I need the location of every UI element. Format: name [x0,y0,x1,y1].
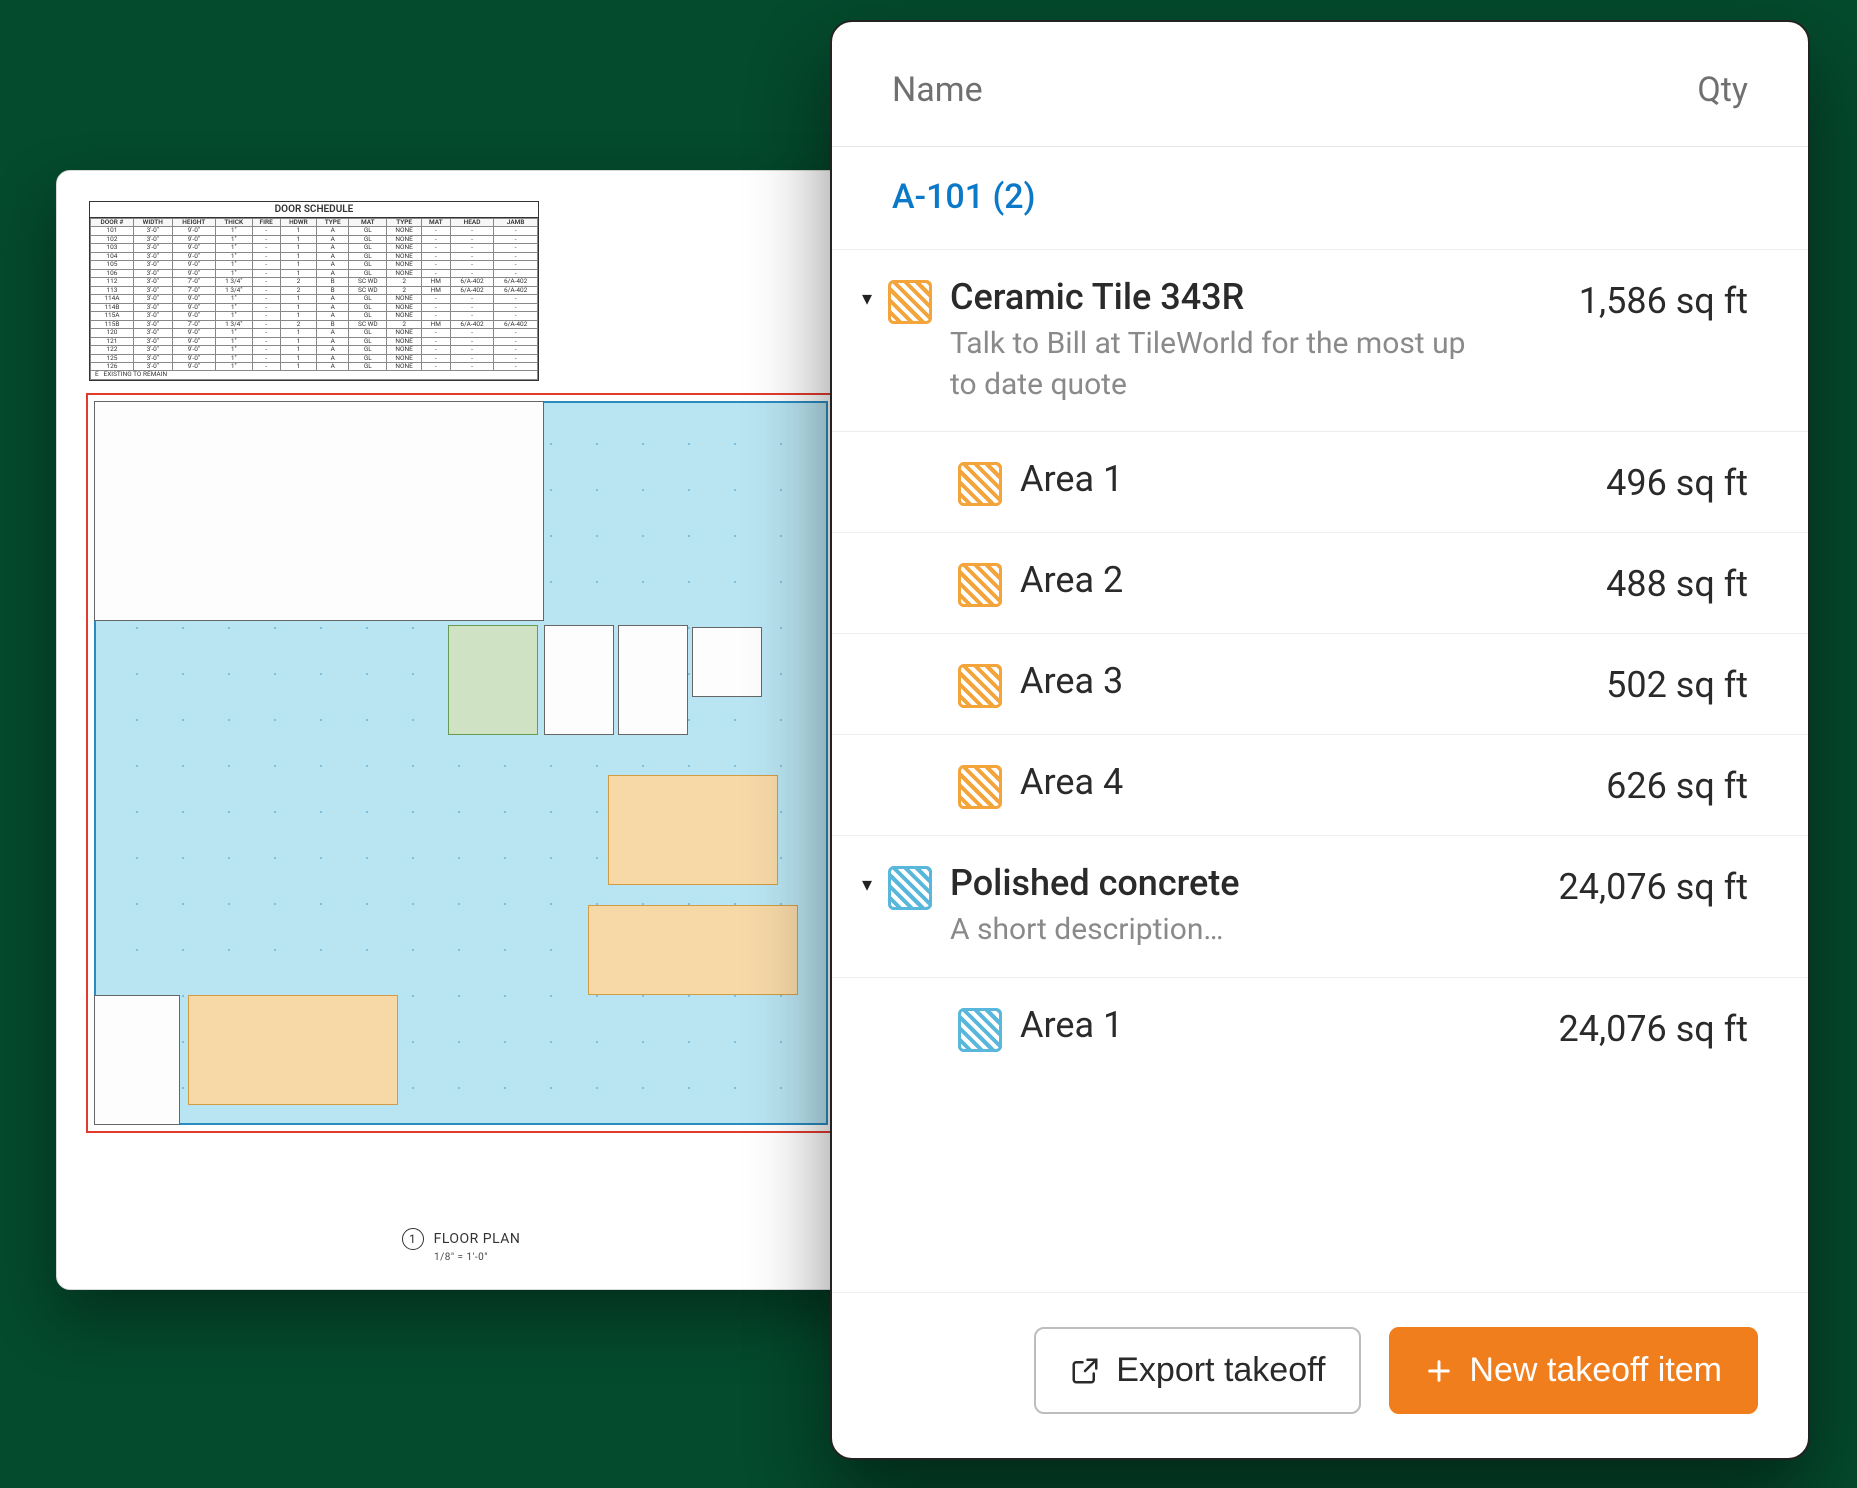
takeoff-area-row[interactable]: ▾Area 3502 sq ft [832,633,1808,734]
takeoff-area-row[interactable]: ▾Area 1496 sq ft [832,431,1808,532]
material-swatch-icon [958,462,1002,506]
plan-footer-scale: 1/8" = 1'-0" [57,1252,865,1263]
plan-footer-title: FLOOR PLAN [434,1231,521,1247]
plan-footer: 1 FLOOR PLAN 1/8" = 1'-0" [57,1228,865,1263]
floor-plan-drawing [86,393,836,1133]
material-swatch-icon [958,664,1002,708]
area-qty: 502 sq ft [1606,660,1748,706]
column-header-name: Name [892,70,983,110]
item-title: Polished concrete [950,862,1559,904]
floor-plan-card: DOOR SCHEDULE DOOR #WIDTHHEIGHTTHICKFIRE… [56,170,866,1290]
takeoff-area-row[interactable]: ▾Area 2488 sq ft [832,532,1808,633]
area-qty: 626 sq ft [1606,761,1748,807]
takeoff-area-row[interactable]: ▾Area 4626 sq ft [832,734,1808,835]
area-qty: 496 sq ft [1606,458,1748,504]
area-qty: 488 sq ft [1606,559,1748,605]
item-description: A short description… [950,910,1470,951]
takeoff-area-row[interactable]: ▾Area 124,076 sq ft [832,977,1808,1078]
new-button-label: New takeoff item [1469,1351,1722,1390]
material-swatch-icon [958,765,1002,809]
item-title: Ceramic Tile 343R [950,276,1579,318]
sheet-link[interactable]: A-101 (2) [832,147,1808,249]
item-qty: 1,586 sq ft [1579,276,1748,322]
takeoff-list: ▾ Ceramic Tile 343R Talk to Bill at TileWo… [832,249,1808,1292]
caret-down-icon[interactable]: ▾ [852,862,882,896]
area-title: Area 1 [1020,458,1606,500]
takeoff-panel: Name Qty A-101 (2) ▾ Ceramic Tile 343R Tal… [830,20,1810,1460]
area-title: Area 4 [1020,761,1606,803]
area-qty: 24,076 sq ft [1559,1004,1748,1050]
item-qty: 24,076 sq ft [1559,862,1748,908]
plus-icon [1425,1357,1453,1385]
item-description: Talk to Bill at TileWorld for the most u… [950,324,1470,405]
area-title: Area 2 [1020,559,1606,601]
material-swatch-icon [888,866,932,910]
door-schedule-title: DOOR SCHEDULE [90,202,538,218]
export-button-label: Export takeoff [1116,1351,1325,1390]
plan-footer-number: 1 [402,1228,424,1250]
export-takeoff-button[interactable]: Export takeoff [1034,1327,1361,1414]
material-swatch-icon [958,1008,1002,1052]
column-header-qty: Qty [1697,70,1748,110]
export-icon [1070,1356,1100,1386]
takeoff-item-row[interactable]: ▾ Ceramic Tile 343R Talk to Bill at TileWo… [832,249,1808,431]
door-schedule-table: DOOR SCHEDULE DOOR #WIDTHHEIGHTTHICKFIRE… [89,201,539,381]
new-takeoff-item-button[interactable]: New takeoff item [1389,1327,1758,1414]
material-swatch-icon [958,563,1002,607]
panel-header: Name Qty [832,22,1808,146]
panel-footer: Export takeoff New takeoff item [832,1292,1808,1458]
area-title: Area 1 [1020,1004,1559,1046]
area-title: Area 3 [1020,660,1606,702]
material-swatch-icon [888,280,932,324]
caret-down-icon[interactable]: ▾ [852,276,882,310]
takeoff-item-row[interactable]: ▾ Polished concrete A short description… 24… [832,835,1808,977]
